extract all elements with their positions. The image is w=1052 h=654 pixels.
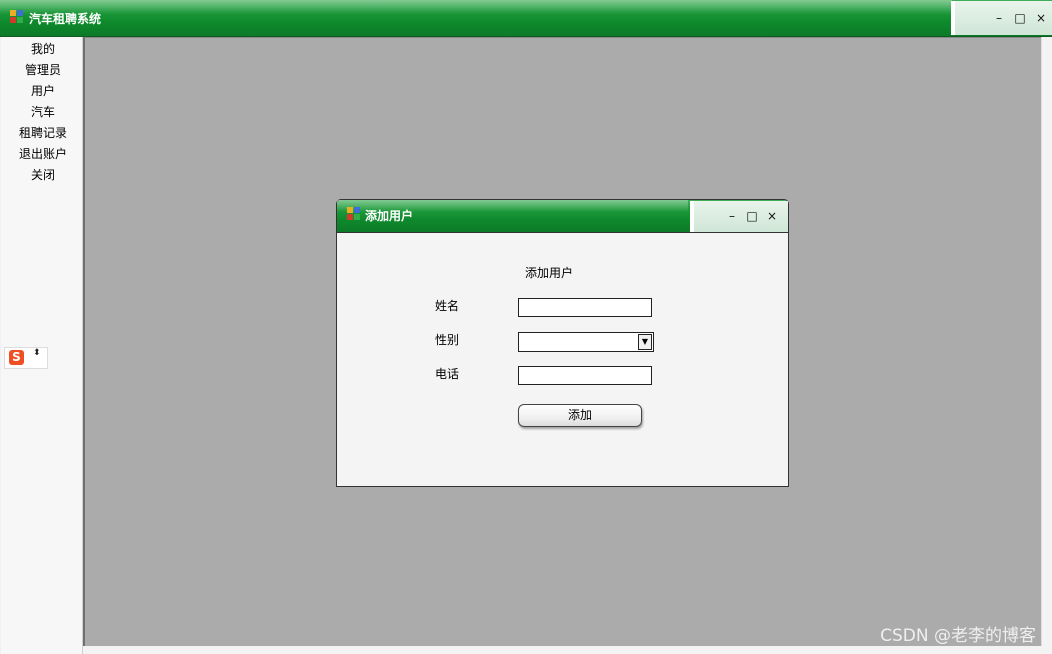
sidebar-item-cars[interactable]: 汽车 [1,104,85,120]
watermark: CSDN @老李的博客 [880,626,1036,646]
ime-arrows-icon[interactable]: ⬍ [33,349,41,358]
close-icon[interactable]: × [1033,11,1049,25]
sidebar-item-admin[interactable]: 管理员 [1,62,85,78]
ime-toolbar[interactable]: S ⬍ [4,347,48,369]
phone-label: 电话 [435,367,460,381]
dialog-window-controls: – □ × [690,201,788,232]
sidebar-item-close[interactable]: 关闭 [1,167,85,183]
sidebar-item-logout[interactable]: 退出账户 [1,146,85,162]
dialog-title: 添加用户 [365,209,414,223]
name-field[interactable] [518,298,652,317]
sidebar-menu: 我的 管理员 用户 汽车 租聘记录 退出账户 关闭 [1,37,83,654]
minimize-icon[interactable]: – [991,11,1007,25]
bottom-border-strip [83,646,1052,654]
sidebar-item-users[interactable]: 用户 [1,83,85,99]
gender-label: 性别 [435,333,460,347]
main-window-controls: – □ × [951,1,1052,35]
chevron-down-icon[interactable]: ▼ [638,334,652,350]
dialog-maximize-icon[interactable]: □ [744,209,760,223]
gender-select[interactable]: ▼ [518,332,654,352]
dialog-title-bar[interactable]: 添加用户 – □ × [337,200,788,233]
app-icon [10,10,23,23]
title-bar-glare [0,0,952,14]
dialog-close-icon[interactable]: × [764,209,780,223]
maximize-icon[interactable]: □ [1012,11,1028,25]
sidebar-item-rental-records[interactable]: 租聘记录 [1,125,85,141]
dialog-minimize-icon[interactable]: – [724,209,740,223]
sogou-s-icon[interactable]: S [9,350,24,365]
dialog-heading: 添加用户 [525,266,574,280]
main-title-bar[interactable]: 汽车租聘系统 – □ × [0,0,1052,37]
name-label: 姓名 [435,299,460,313]
add-user-button[interactable]: 添加 [518,404,642,427]
add-user-dialog: 添加用户 – □ × 添加用户 姓名 性别 ▼ 电话 添加 [336,199,789,487]
phone-field[interactable] [518,366,652,385]
dialog-app-icon [347,207,360,220]
app-title: 汽车租聘系统 [29,12,102,26]
right-border-strip [1041,37,1052,654]
sidebar-item-mine[interactable]: 我的 [1,41,85,57]
